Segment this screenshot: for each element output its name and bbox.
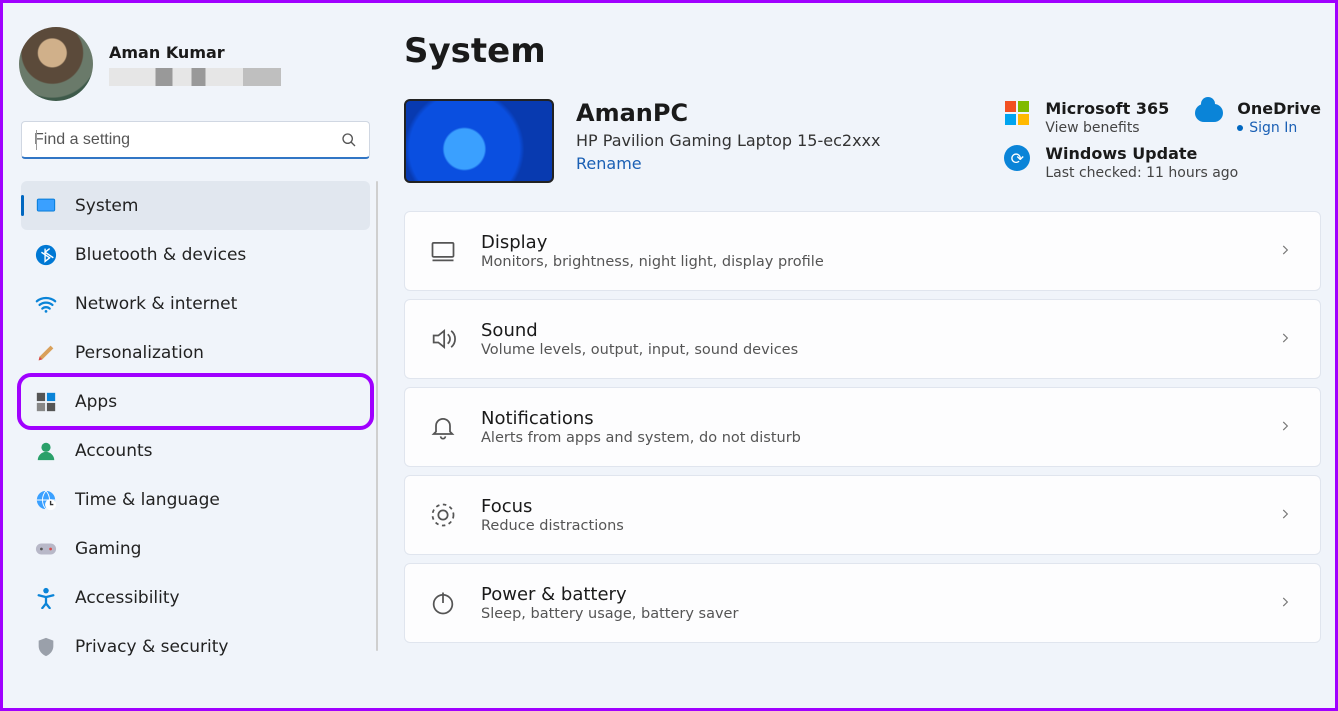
card-power[interactable]: Power & batterySleep, battery usage, bat… (404, 563, 1321, 643)
chevron-right-icon (1278, 594, 1292, 613)
promo-title: Microsoft 365 (1045, 99, 1169, 118)
card-title: Power & battery (481, 584, 1256, 605)
sidebar-item-apps[interactable]: Apps (21, 377, 370, 426)
chevron-right-icon (1278, 506, 1292, 525)
monitor-icon (35, 195, 57, 217)
sidebar-item-network[interactable]: Network & internet (21, 279, 370, 328)
page-title: System (404, 31, 1321, 71)
sidebar-scrollbar[interactable] (376, 181, 378, 651)
onedrive-signin-link[interactable]: Sign In (1249, 120, 1297, 136)
search-icon (341, 132, 357, 148)
sidebar-item-label: System (75, 196, 138, 216)
gamepad-icon (35, 538, 57, 560)
search-input[interactable] (34, 131, 341, 149)
onedrive-icon (1195, 99, 1223, 127)
card-notifications[interactable]: NotificationsAlerts from apps and system… (404, 387, 1321, 467)
sidebar-item-label: Privacy & security (75, 637, 229, 657)
sound-icon (427, 323, 459, 355)
card-sub: Reduce distractions (481, 518, 1256, 534)
main-panel: System AmanPC HP Pavilion Gaming Laptop … (388, 3, 1335, 708)
sidebar-item-label: Accounts (75, 441, 153, 461)
card-sound[interactable]: SoundVolume levels, output, input, sound… (404, 299, 1321, 379)
sidebar-item-label: Gaming (75, 539, 141, 559)
card-title: Sound (481, 320, 1256, 341)
sidebar-item-label: Personalization (75, 343, 204, 363)
sidebar: Aman Kumar System Bluetooth & devices (3, 3, 388, 708)
card-title: Notifications (481, 408, 1256, 429)
bluetooth-icon (35, 244, 57, 266)
sidebar-item-bluetooth[interactable]: Bluetooth & devices (21, 230, 370, 279)
sidebar-item-label: Apps (75, 392, 117, 412)
promo-onedrive[interactable]: OneDrive Sign In (1195, 99, 1321, 136)
chevron-right-icon (1278, 242, 1292, 261)
chevron-right-icon (1278, 330, 1292, 349)
card-sub: Sleep, battery usage, battery saver (481, 606, 1256, 622)
card-display[interactable]: DisplayMonitors, brightness, night light… (404, 211, 1321, 291)
card-title: Focus (481, 496, 1256, 517)
accessibility-icon (35, 587, 57, 609)
paintbrush-icon (35, 342, 57, 364)
sidebar-item-label: Time & language (75, 490, 220, 510)
wifi-icon (35, 293, 57, 315)
rename-link[interactable]: Rename (576, 154, 880, 173)
sidebar-item-accounts[interactable]: Accounts (21, 426, 370, 475)
sidebar-item-accessibility[interactable]: Accessibility (21, 573, 370, 622)
display-icon (427, 235, 459, 267)
globe-clock-icon (35, 489, 57, 511)
promo-sub: View benefits (1045, 120, 1169, 136)
user-email-redacted (109, 68, 281, 86)
sidebar-item-gaming[interactable]: Gaming (21, 524, 370, 573)
sidebar-item-label: Bluetooth & devices (75, 245, 246, 265)
avatar (19, 27, 93, 101)
nav: System Bluetooth & devices Network & int… (3, 177, 388, 671)
promo-title: OneDrive (1237, 99, 1321, 118)
apps-icon (35, 391, 57, 413)
profile-block[interactable]: Aman Kumar (3, 27, 388, 111)
bell-icon (427, 411, 459, 443)
user-name: Aman Kumar (109, 43, 281, 62)
sidebar-item-personalization[interactable]: Personalization (21, 328, 370, 377)
focus-icon (427, 499, 459, 531)
promo-title: Windows Update (1045, 144, 1238, 163)
pc-thumbnail (404, 99, 554, 183)
power-icon (427, 587, 459, 619)
system-hero: AmanPC HP Pavilion Gaming Laptop 15-ec2x… (404, 99, 1321, 183)
promo-microsoft-365[interactable]: Microsoft 365 View benefits (1003, 99, 1169, 136)
promo-windows-update[interactable]: ⟳ Windows Update Last checked: 11 hours … (1003, 144, 1321, 181)
card-sub: Volume levels, output, input, sound devi… (481, 342, 1256, 358)
card-title: Display (481, 232, 1256, 253)
card-focus[interactable]: FocusReduce distractions (404, 475, 1321, 555)
sidebar-item-system[interactable]: System (21, 181, 370, 230)
sidebar-item-label: Accessibility (75, 588, 180, 608)
chevron-right-icon (1278, 418, 1292, 437)
promo-sub: Last checked: 11 hours ago (1045, 165, 1238, 181)
card-sub: Alerts from apps and system, do not dist… (481, 430, 1256, 446)
sidebar-item-label: Network & internet (75, 294, 237, 314)
search-box[interactable] (21, 121, 370, 159)
pc-model: HP Pavilion Gaming Laptop 15-ec2xxx (576, 131, 880, 150)
text-caret (36, 130, 37, 150)
person-icon (35, 440, 57, 462)
sidebar-item-privacy[interactable]: Privacy & security (21, 622, 370, 671)
settings-card-list: DisplayMonitors, brightness, night light… (404, 211, 1321, 643)
pc-name: AmanPC (576, 99, 880, 127)
sidebar-item-time-language[interactable]: Time & language (21, 475, 370, 524)
update-sync-icon: ⟳ (1003, 144, 1031, 172)
promo-sub: Sign In (1237, 120, 1321, 136)
microsoft-365-icon (1003, 99, 1031, 127)
card-sub: Monitors, brightness, night light, displ… (481, 254, 1256, 270)
shield-icon (35, 636, 57, 658)
